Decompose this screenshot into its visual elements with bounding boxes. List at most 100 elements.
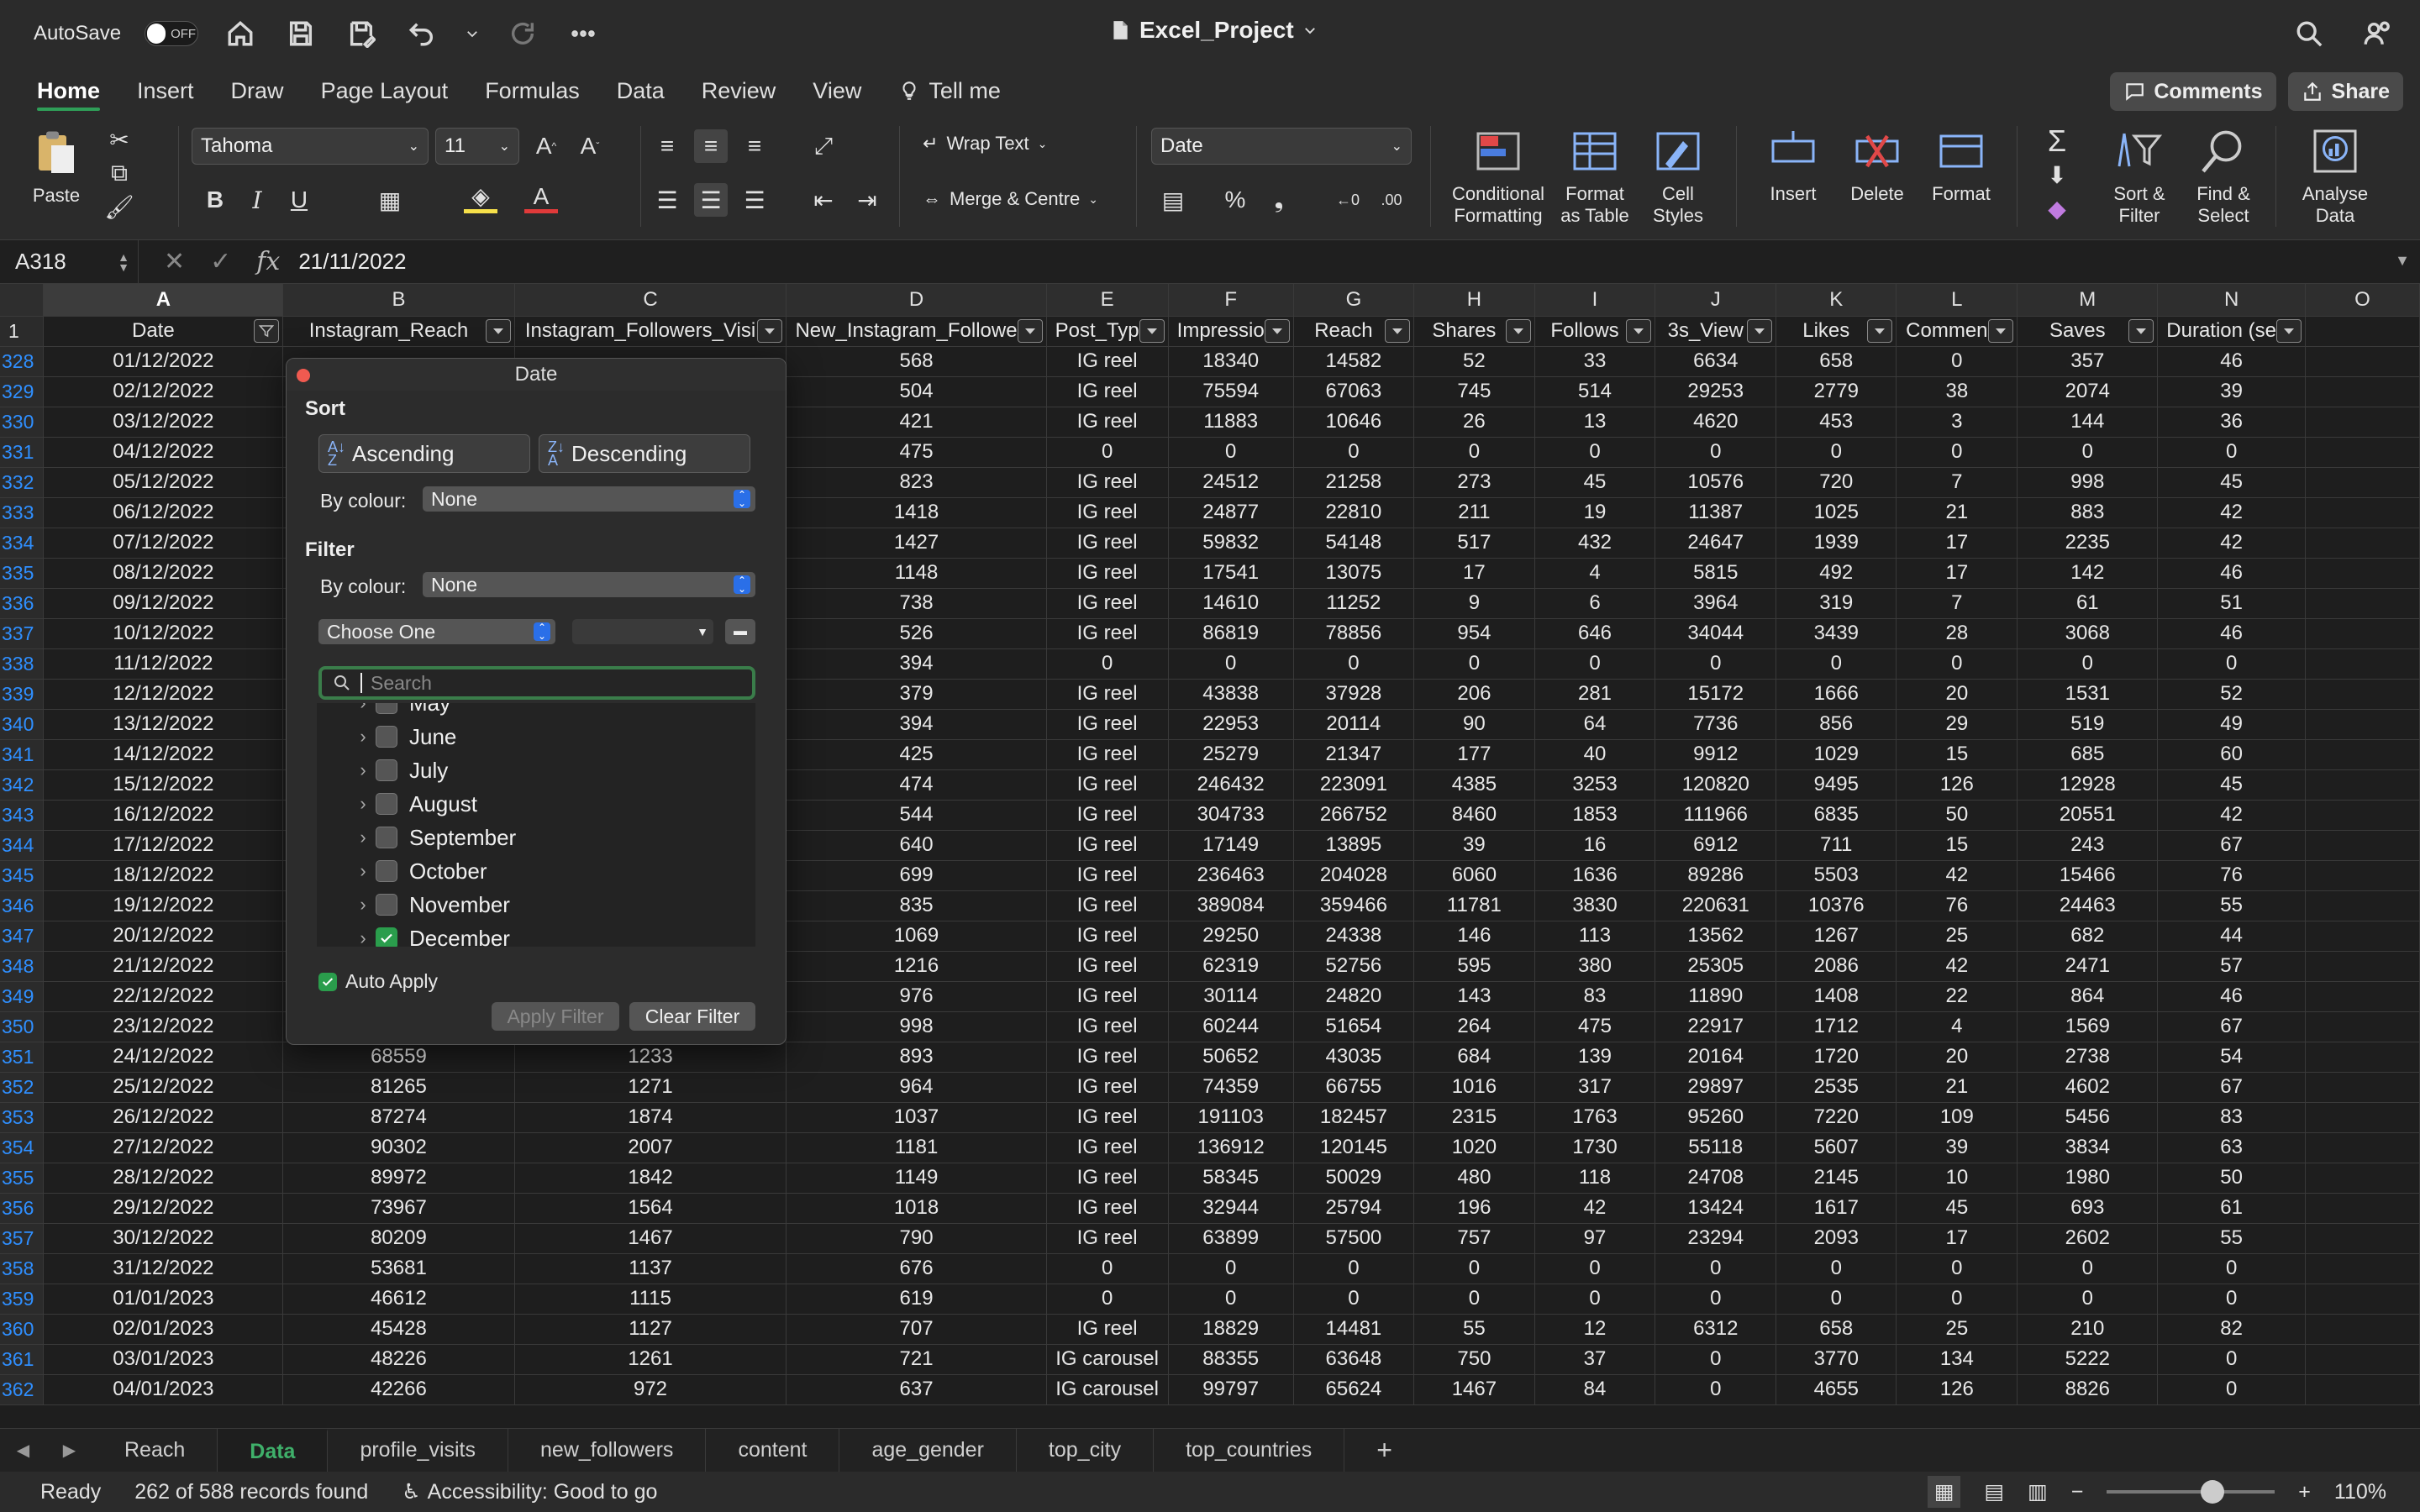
auto-apply-checkbox[interactable]: Auto Apply [318,970,438,993]
cell[interactable]: 0 [1168,1253,1294,1284]
cell[interactable]: 6 [1534,588,1656,619]
document-title[interactable]: Excel_Project [1109,17,1318,44]
checkbox-icon[interactable] [376,726,397,748]
cell[interactable]: 24877 [1168,497,1294,528]
redo-icon[interactable] [504,15,541,52]
checkbox-icon[interactable] [376,703,397,714]
cell[interactable]: 1874 [514,1102,787,1133]
cell[interactable]: 2602 [2017,1223,2159,1254]
cell[interactable]: 11/12/2022 [43,648,284,680]
row-number[interactable]: 358 [0,1253,45,1284]
cell[interactable]: 1842 [514,1163,787,1194]
cell[interactable]: 9 [1413,588,1535,619]
decrease-indent-icon[interactable]: ⇤ [807,183,840,217]
cell[interactable]: 0 [1776,1284,1897,1315]
cell[interactable]: 55118 [1655,1132,1777,1163]
cell[interactable]: 48226 [282,1344,515,1375]
cell[interactable]: 14481 [1293,1314,1415,1345]
cell[interactable]: 379 [786,679,1047,710]
cell[interactable]: IG reel [1046,769,1169,801]
conditional-formatting-button[interactable]: Conditional Formatting [1442,124,1555,227]
cell[interactable]: IG carousel [1046,1374,1169,1405]
cell[interactable]: 1712 [1776,1011,1897,1042]
header-cell[interactable]: Shares [1413,316,1535,347]
cell[interactable]: 42266 [282,1374,515,1405]
cell[interactable]: 2315 [1413,1102,1535,1133]
cell[interactable]: 43035 [1293,1042,1415,1073]
cell[interactable]: 22/12/2022 [43,981,284,1012]
cell[interactable]: 1069 [786,921,1047,952]
cell[interactable]: 40 [1534,739,1656,770]
row-number[interactable]: 341 [0,739,45,770]
cell[interactable]: 637 [786,1374,1047,1405]
underline-icon[interactable]: U [282,183,316,217]
cell[interactable]: 380 [1534,951,1656,982]
cell[interactable]: 54148 [1293,528,1415,559]
cell[interactable]: IG reel [1046,709,1169,740]
cell[interactable]: 4620 [1655,407,1777,438]
cell[interactable]: 196 [1413,1193,1535,1224]
cell[interactable]: 17149 [1168,830,1294,861]
filter-active-icon[interactable] [254,319,280,343]
number-format-select[interactable]: Date ⌄ [1151,128,1412,165]
cell[interactable]: 62319 [1168,951,1294,982]
cell[interactable]: 682 [2017,921,2159,952]
cell[interactable]: 49 [2157,709,2306,740]
row-number[interactable]: 331 [0,437,45,468]
zoom-in-icon[interactable]: + [2298,1480,2311,1504]
cell[interactable]: 750 [1413,1344,1535,1375]
cell[interactable]: 1636 [1534,860,1656,891]
cell[interactable]: 6060 [1413,860,1535,891]
cell[interactable]: 514 [1534,376,1656,407]
row-number[interactable]: 338 [0,648,45,680]
align-middle-icon[interactable]: ≡ [694,129,728,163]
align-left-icon[interactable]: ☰ [650,183,684,217]
select-all-corner[interactable] [0,284,45,317]
cell[interactable]: 04/12/2022 [43,437,284,468]
month-item-september[interactable]: › September [317,821,516,854]
insert-cells-button[interactable]: Insert [1751,124,1835,205]
cell[interactable]: 52756 [1293,951,1415,982]
cell[interactable]: 0 [1413,648,1535,680]
cell[interactable]: IG reel [1046,679,1169,710]
cell[interactable]: 1939 [1776,528,1897,559]
cell[interactable]: 63 [2157,1132,2306,1163]
cell[interactable]: 12928 [2017,769,2159,801]
cell[interactable]: 24338 [1293,921,1415,952]
cell[interactable]: 23294 [1655,1223,1777,1254]
cell[interactable] [2305,407,2420,438]
cell[interactable]: 63899 [1168,1223,1294,1254]
cell[interactable]: 504 [786,376,1047,407]
cell[interactable]: IG reel [1046,1102,1169,1133]
cell[interactable]: 06/12/2022 [43,497,284,528]
cell[interactable]: 0 [1896,437,2018,468]
cell[interactable]: 7 [1896,467,2018,498]
row-number[interactable]: 351 [0,1042,45,1073]
cell[interactable]: 1467 [1413,1374,1535,1405]
cell[interactable]: 972 [514,1374,787,1405]
font-color-icon[interactable]: A [524,183,558,213]
cell[interactable] [2305,437,2420,468]
sort-colour-select[interactable]: None ⌃ ⌄ [423,486,755,512]
cell[interactable] [2305,830,2420,861]
cell[interactable]: 82 [2157,1314,2306,1345]
cell[interactable]: 964 [786,1072,1047,1103]
cell[interactable]: IG reel [1046,1193,1169,1224]
cell[interactable]: 78856 [1293,618,1415,649]
cell[interactable]: IG reel [1046,1163,1169,1194]
cell[interactable]: 0 [1776,437,1897,468]
cell[interactable]: 711 [1776,830,1897,861]
cell[interactable] [2305,558,2420,589]
cell[interactable]: 517 [1413,528,1535,559]
filter-value-combo[interactable]: ▼ [572,619,713,644]
cell[interactable]: 20114 [1293,709,1415,740]
cell[interactable]: 1531 [2017,679,2159,710]
cell[interactable]: IG reel [1046,1132,1169,1163]
cell[interactable]: 07/12/2022 [43,528,284,559]
wrap-text-button[interactable]: ↵ Wrap Text ⌄ [923,133,1047,155]
cell[interactable]: 29253 [1655,376,1777,407]
cell[interactable]: IG reel [1046,618,1169,649]
header-cell[interactable]: Likes [1776,316,1897,347]
cell[interactable] [2305,1284,2420,1315]
increase-indent-icon[interactable]: ⇥ [850,183,884,217]
